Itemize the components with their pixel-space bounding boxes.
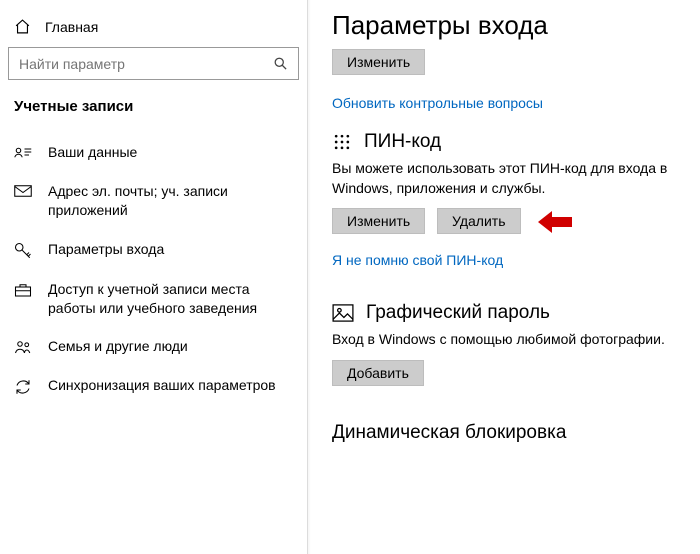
search-icon (273, 56, 288, 71)
sidebar-item-label: Адрес эл. почты; уч. записи приложений (48, 182, 293, 220)
mail-icon (14, 184, 32, 198)
sidebar-item-label: Синхронизация ваших параметров (48, 376, 276, 395)
pin-remove-button[interactable]: Удалить (437, 208, 520, 234)
dynamic-lock-heading: Динамическая блокировка (332, 422, 692, 444)
sidebar-item-label: Ваши данные (48, 143, 137, 162)
sidebar-item-work-access[interactable]: Доступ к учетной записи места работы или… (0, 270, 307, 328)
sidebar-item-label: Семья и другие люди (48, 337, 188, 356)
briefcase-icon (14, 282, 32, 298)
sidebar-item-sync[interactable]: Синхронизация ваших параметров (0, 366, 307, 406)
sidebar-item-signin-options[interactable]: Параметры входа (0, 230, 307, 270)
sidebar-item-label: Доступ к учетной записи места работы или… (48, 280, 293, 318)
picture-password-add-button[interactable]: Добавить (332, 360, 424, 386)
picture-password-heading: Графический пароль (366, 302, 550, 324)
sidebar-section-title: Учетные записи (0, 94, 307, 133)
sidebar-item-your-info[interactable]: Ваши данные (0, 133, 307, 172)
keypad-icon (332, 132, 352, 152)
search-field[interactable] (19, 56, 273, 72)
sidebar: Главная Учетные записи Ваши данные (0, 0, 308, 554)
sidebar-item-email-accounts[interactable]: Адрес эл. почты; уч. записи приложений (0, 172, 307, 230)
pin-description: Вы можете использовать этот ПИН-код для … (332, 159, 692, 198)
highlight-arrow-icon (538, 210, 574, 234)
sidebar-item-label: Параметры входа (48, 240, 164, 259)
sidebar-item-family[interactable]: Семья и другие люди (0, 327, 307, 366)
forgot-pin-link[interactable]: Я не помню свой ПИН-код (332, 252, 503, 268)
update-questions-link[interactable]: Обновить контрольные вопросы (332, 95, 543, 111)
home-icon (14, 18, 31, 35)
sidebar-home-label: Главная (45, 19, 98, 35)
change-button-top[interactable]: Изменить (332, 49, 425, 75)
person-card-icon (14, 145, 32, 159)
picture-password-description: Вход в Windows с помощью любимой фотогра… (332, 330, 692, 350)
page-title: Параметры входа (332, 10, 692, 41)
picture-icon (332, 304, 354, 322)
sidebar-home[interactable]: Главная (0, 12, 307, 47)
pin-change-button[interactable]: Изменить (332, 208, 425, 234)
search-input[interactable] (8, 47, 299, 80)
key-icon (14, 242, 32, 260)
pin-heading: ПИН-код (364, 131, 441, 153)
main-content: Параметры входа Изменить Обновить контро… (308, 0, 700, 554)
sync-icon (14, 378, 32, 396)
people-icon (14, 339, 32, 355)
